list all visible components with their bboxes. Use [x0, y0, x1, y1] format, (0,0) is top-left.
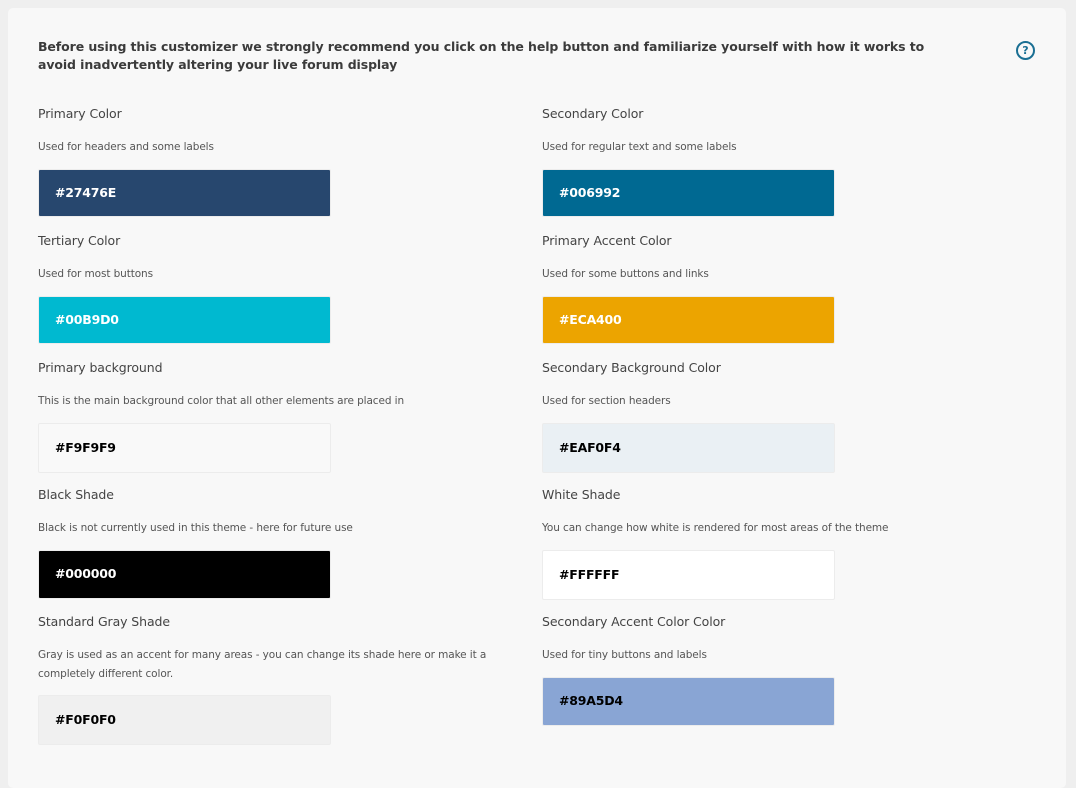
color-hex-value: #89A5D4 [559, 693, 623, 708]
field-description: This is the main background color that a… [38, 395, 405, 407]
field-description: You can change how white is rendered for… [542, 522, 889, 534]
field-title: Secondary Color [542, 106, 644, 121]
field-description: Used for regular text and some labels [542, 141, 737, 153]
color-picker-swatch[interactable]: #F9F9F9 [38, 423, 331, 473]
color-picker-swatch[interactable]: #ECA400 [542, 296, 835, 344]
field-title: Tertiary Color [38, 233, 121, 248]
field-title: Primary Accent Color [542, 233, 672, 248]
question-circle-icon: ? [1022, 44, 1029, 57]
color-hex-value: #EAF0F4 [559, 440, 621, 455]
field-description: Black is not currently used in this them… [38, 522, 353, 534]
field-description: Used for headers and some labels [38, 141, 214, 153]
color-picker-swatch[interactable]: #FFFFFF [542, 550, 835, 600]
color-hex-value: #F0F0F0 [55, 712, 116, 727]
field-title: Standard Gray Shade [38, 614, 170, 629]
color-hex-value: #F9F9F9 [55, 440, 116, 455]
color-picker-swatch[interactable]: #00B9D0 [38, 296, 331, 344]
color-hex-value: #000000 [55, 566, 117, 581]
field-title: Secondary Accent Color Color [542, 614, 726, 629]
field-title: Primary Color [38, 106, 122, 121]
color-picker-swatch[interactable]: #27476E [38, 169, 331, 217]
field-title: Primary background [38, 360, 163, 375]
color-hex-value: #FFFFFF [559, 567, 620, 582]
color-picker-swatch[interactable]: #89A5D4 [542, 677, 835, 726]
field-title: Secondary Background Color [542, 360, 721, 375]
color-hex-value: #006992 [559, 185, 621, 200]
help-button[interactable]: ? [1016, 41, 1035, 60]
field-description: Used for tiny buttons and labels [542, 649, 707, 661]
field-title: White Shade [542, 487, 621, 502]
color-picker-swatch[interactable]: #000000 [38, 550, 331, 599]
color-picker-swatch[interactable]: #F0F0F0 [38, 695, 331, 745]
field-description: Used for section headers [542, 395, 671, 407]
help-notice: Before using this customizer we strongly… [38, 39, 925, 72]
field-title: Black Shade [38, 487, 114, 502]
color-hex-value: #00B9D0 [55, 312, 119, 327]
color-picker-swatch[interactable]: #EAF0F4 [542, 423, 835, 473]
field-description: Used for some buttons and links [542, 268, 709, 280]
color-hex-value: #27476E [55, 185, 117, 200]
customizer-panel: Before using this customizer we strongly… [8, 8, 1066, 788]
field-description: Used for most buttons [38, 268, 153, 280]
color-picker-swatch[interactable]: #006992 [542, 169, 835, 217]
field-description: Gray is used as an accent for many areas… [38, 649, 487, 680]
color-hex-value: #ECA400 [559, 312, 622, 327]
